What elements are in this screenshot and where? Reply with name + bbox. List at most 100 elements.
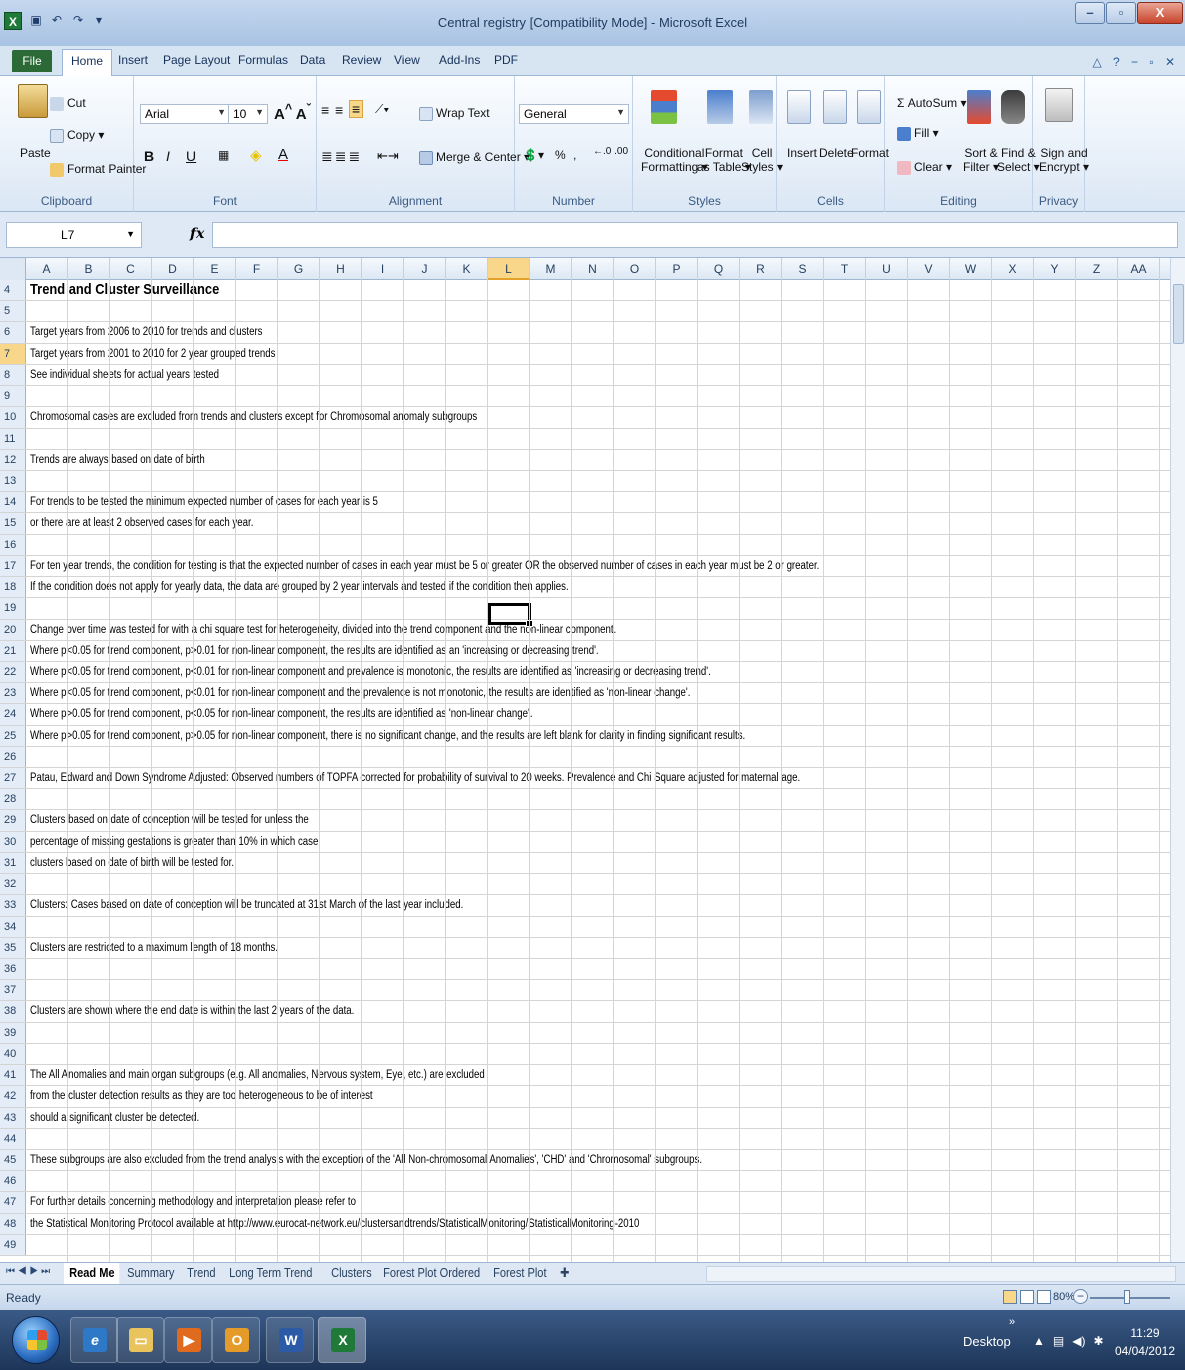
column-header-s[interactable]: S [782,258,824,280]
row-header[interactable]: 32 [0,874,26,895]
conditional-formatting-icon[interactable] [651,90,677,124]
taskbar-ie[interactable]: e [70,1317,118,1363]
row-header[interactable]: 36 [0,959,26,980]
merge-center-button[interactable]: Merge & Center ▾ [419,150,530,165]
sheet-tab-long-term-trend[interactable]: Long Term Trend [224,1263,318,1284]
delete-cells-icon[interactable] [823,90,847,124]
row-header[interactable]: 34 [0,916,26,937]
row-header[interactable]: 48 [0,1213,26,1234]
row-header[interactable]: 12 [0,449,26,470]
decimal-buttons[interactable]: ←.0 .00 [593,146,628,157]
page-layout-view-icon[interactable] [1020,1290,1034,1304]
formula-input[interactable] [212,222,1178,248]
insert-cells-icon[interactable] [787,90,811,124]
column-header-j[interactable]: J [404,258,446,280]
cell-text[interactable]: Trends are always based on date of birth [30,450,205,470]
clear-button[interactable]: Clear ▾ [897,160,952,175]
font-name-select[interactable]: Arial ▼ [140,104,230,124]
cell-text[interactable]: Where p>0.05 for trend component, p>0.05… [30,726,745,746]
tab-add-ins[interactable]: Add-Ins [439,53,480,67]
sort-filter-icon[interactable] [967,90,991,124]
row-header[interactable]: 39 [0,1022,26,1043]
minimize-button[interactable]: – [1075,2,1105,24]
sheet-nav-buttons[interactable]: ⏮ ◀ ▶ ⏭ [6,1266,50,1277]
cell-text[interactable]: The All Anomalies and main organ subgrou… [30,1065,485,1085]
taskbar-explorer[interactable]: ▭ [116,1317,164,1363]
align-bottom-button[interactable]: ≡ [349,100,364,118]
tab-page-layout[interactable]: Page Layout [163,53,230,67]
close-button[interactable]: X [1137,2,1183,24]
column-header-q[interactable]: Q [698,258,740,280]
chevron-right-icon[interactable]: » [1009,1316,1015,1328]
column-header-n[interactable]: N [572,258,614,280]
maximize-button[interactable]: ▫ [1106,2,1136,24]
format-as-table-icon[interactable] [707,90,733,124]
format-cells-icon[interactable] [857,90,881,124]
ribbon-window-controls[interactable]: △ ? − ▫ ✕ [1092,55,1179,69]
number-format-select[interactable]: General ▼ [519,104,629,124]
column-header-t[interactable]: T [824,258,866,280]
autosum-button[interactable]: Σ AutoSum ▾ [897,96,966,110]
column-header-h[interactable]: H [320,258,362,280]
tab-data[interactable]: Data [300,53,325,67]
row-header[interactable]: 43 [0,1107,26,1128]
binoculars-icon[interactable] [1001,90,1025,124]
row-header[interactable]: 16 [0,534,26,555]
row-header[interactable]: 13 [0,470,26,492]
horizontal-align-buttons[interactable]: ≣≣≣ [321,148,362,165]
column-header-c[interactable]: C [110,258,152,280]
cell-text[interactable]: from the cluster detection results as th… [30,1086,373,1106]
row-header[interactable]: 18 [0,577,26,598]
cell-text[interactable]: percentage of missing gestations is grea… [30,832,318,852]
name-box[interactable]: L7 ▼ [6,222,142,248]
column-header-b[interactable]: B [68,258,110,280]
currency-button[interactable]: 💲▾ [523,148,544,162]
cell-text[interactable]: Where p<0.05 for trend component, p<0.01… [30,662,711,682]
dropbox-icon[interactable]: ✱ [1093,1334,1103,1348]
row-header[interactable]: 19 [0,598,26,619]
row-header[interactable]: 9 [0,386,26,407]
column-header-y[interactable]: Y [1034,258,1076,280]
cell-text[interactable]: clusters based on date of birth will be … [30,853,234,873]
tab-review[interactable]: Review [342,53,381,67]
clock[interactable]: 11:29 04/04/2012 [1115,1324,1175,1360]
cell-text[interactable]: For trends to be tested the minimum expe… [30,492,378,512]
underline-button[interactable]: U [186,148,196,164]
column-header-z[interactable]: Z [1076,258,1118,280]
worksheet-grid[interactable]: A B C D E F G H I J K L M N O P Q R S T U V W X Y Z AA 4 Trend and … [0,258,1185,1262]
row-header[interactable]: 20 [0,619,26,640]
sheet-tab-read-me[interactable]: Read Me [64,1263,120,1284]
column-header-e[interactable]: E [194,258,236,280]
zoom-slider[interactable] [1090,1297,1170,1299]
normal-view-icon[interactable] [1003,1290,1017,1304]
row-header[interactable]: 14 [0,492,26,513]
column-header-u[interactable]: U [866,258,908,280]
row-header[interactable]: 22 [0,661,26,683]
page-break-view-icon[interactable] [1037,1290,1051,1304]
row-header[interactable]: 5 [0,301,26,322]
column-header-r[interactable]: R [740,258,782,280]
cell-text[interactable]: See individual sheets for actual years t… [30,365,219,385]
column-header-a[interactable]: A [26,258,68,280]
row-header[interactable]: 8 [0,364,26,386]
paste-icon[interactable] [18,84,48,118]
row-header[interactable]: 7 [0,343,26,364]
desktop-toolbar[interactable]: Desktop [963,1334,1011,1349]
select-all-corner[interactable] [0,258,26,280]
volume-icon[interactable]: ◀) [1072,1334,1085,1348]
column-header-x[interactable]: X [992,258,1034,280]
row-header[interactable]: 25 [0,725,26,746]
copy-button[interactable]: Copy ▾ [50,128,104,143]
font-size-select[interactable]: 10 ▼ [228,104,268,124]
row-header[interactable]: 29 [0,810,26,831]
font-color-button[interactable]: A [278,146,288,163]
row-header[interactable]: 28 [0,789,26,810]
row-header[interactable]: 30 [0,831,26,852]
cell-text[interactable]: Clusters based on date of conception wil… [30,810,309,830]
grow-font-button[interactable]: A^ Aˇ [274,102,311,123]
insert-cells-button[interactable]: Insert [787,146,817,160]
column-header-k[interactable]: K [446,258,488,280]
format-painter-button[interactable]: Format Painter [50,162,146,177]
cell-text[interactable]: the Statistical Monitoring Protocol avai… [30,1214,639,1234]
tab-home[interactable]: Home [62,49,113,77]
